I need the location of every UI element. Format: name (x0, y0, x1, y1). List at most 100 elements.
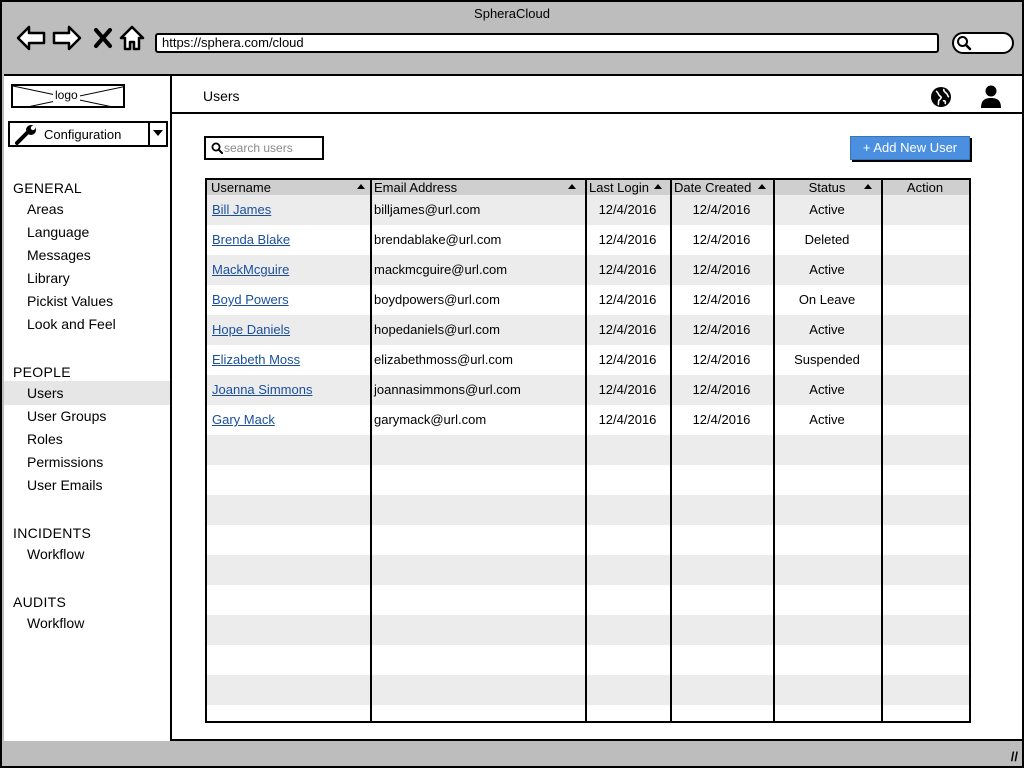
action-cell[interactable] (881, 345, 969, 375)
column-header-email[interactable]: Email Address (370, 180, 585, 195)
search-users-input[interactable] (224, 140, 319, 156)
main-header: Users (172, 76, 1022, 114)
empty-table-row (207, 705, 969, 721)
browser-window: SpheraCloud https://sphera.com/cloud log… (0, 0, 1024, 768)
email-cell: boydpowers@url.com (374, 292, 500, 307)
column-header-status-label: Status (808, 180, 846, 195)
back-arrow-icon (16, 25, 46, 51)
sort-asc-icon (568, 184, 576, 189)
status-cell: Active (809, 322, 845, 337)
chevron-down-icon (153, 130, 163, 136)
search-users-field[interactable] (204, 136, 324, 160)
home-button[interactable] (118, 24, 148, 52)
nav-section-people: PEOPLE (13, 364, 71, 380)
column-divider (670, 180, 672, 721)
status-cell: Active (809, 202, 845, 217)
column-header-status[interactable]: Status (773, 180, 881, 195)
forward-button[interactable] (52, 24, 82, 52)
table-row: Bill James billjames@url.com 12/4/2016 12/4… (207, 195, 969, 225)
action-cell[interactable] (881, 285, 969, 315)
table-header: Username Email Address Last Login Date C… (207, 180, 969, 195)
date-created-cell: 12/4/2016 (692, 262, 751, 277)
logo: logo (11, 84, 125, 108)
nav-section-general: GENERAL (13, 180, 83, 196)
status-cell: Deleted (804, 232, 850, 247)
configuration-select[interactable]: Configuration (8, 121, 168, 147)
action-cell[interactable] (881, 255, 969, 285)
column-header-last-login[interactable]: Last Login (585, 180, 670, 195)
username-link[interactable]: Bill James (207, 195, 370, 225)
username-link[interactable]: Joanna Simmons (207, 375, 370, 405)
status-cell: Suspended (794, 352, 860, 367)
username-link[interactable]: Brenda Blake (207, 225, 370, 255)
sidebar-item-library[interactable]: Library (4, 266, 170, 290)
configuration-select-value: Configuration (44, 127, 122, 142)
url-bar[interactable]: https://sphera.com/cloud (155, 33, 939, 53)
sidebar-item-look-and-feel[interactable]: Look and Feel (4, 312, 170, 336)
sidebar-item-roles[interactable]: Roles (4, 427, 170, 451)
column-divider (881, 180, 883, 721)
empty-table-row (207, 525, 969, 555)
empty-table-row (207, 465, 969, 495)
email-cell: mackmcguire@url.com (374, 262, 508, 277)
column-header-username-label: Username (211, 180, 271, 195)
date-created-cell: 12/4/2016 (692, 322, 751, 337)
sidebar-item-areas[interactable]: Areas (4, 197, 170, 221)
column-header-date-created[interactable]: Date Created (670, 180, 773, 195)
sidebar-item-language[interactable]: Language (4, 220, 170, 244)
configuration-select-toggle[interactable] (148, 123, 166, 145)
browser-status-bar: // (4, 743, 1022, 766)
username-link[interactable]: Boyd Powers (207, 285, 370, 315)
column-header-action: Action (881, 180, 969, 195)
sort-asc-icon (357, 184, 365, 189)
date-created-cell: 12/4/2016 (692, 352, 751, 367)
column-divider (585, 180, 587, 721)
nav-section-incidents: INCIDENTS (13, 525, 92, 541)
sidebar-item-picklist-values[interactable]: Pickist Values (4, 289, 170, 313)
action-cell[interactable] (881, 315, 969, 345)
last-login-cell: 12/4/2016 (598, 262, 657, 277)
users-table: Username Email Address Last Login Date C… (205, 178, 971, 723)
column-header-action-label: Action (906, 180, 944, 195)
action-cell[interactable] (881, 225, 969, 255)
empty-table-row (207, 555, 969, 585)
sidebar-item-permissions[interactable]: Permissions (4, 450, 170, 474)
user-profile-icon[interactable] (980, 85, 1002, 109)
username-link[interactable]: Gary Mack (207, 405, 370, 435)
add-new-user-button[interactable]: + Add New User (850, 136, 970, 160)
home-icon (119, 25, 145, 51)
column-header-username[interactable]: Username (207, 180, 370, 195)
sidebar-item-users[interactable]: Users (4, 381, 170, 405)
empty-table-row (207, 435, 969, 465)
action-cell[interactable] (881, 375, 969, 405)
email-cell: elizabethmoss@url.com (374, 352, 513, 367)
globe-icon[interactable] (930, 86, 952, 108)
column-header-last-login-label: Last Login (589, 180, 649, 195)
browser-search-button[interactable] (952, 32, 1014, 54)
sidebar-item-audits-workflow[interactable]: Workflow (4, 611, 170, 635)
last-login-cell: 12/4/2016 (598, 412, 657, 427)
app-content: logo Configuration GENERAL Areas Languag (4, 74, 1022, 741)
stop-button[interactable] (90, 24, 120, 52)
email-cell: garymack@url.com (374, 412, 487, 427)
username-link[interactable]: MackMcguire (207, 255, 370, 285)
column-header-email-label: Email Address (374, 180, 458, 195)
status-cell: Active (809, 412, 845, 427)
action-cell[interactable] (881, 405, 969, 435)
username-link[interactable]: Elizabeth Moss (207, 345, 370, 375)
nav-section-audits: AUDITS (13, 594, 67, 610)
sidebar-item-messages[interactable]: Messages (4, 243, 170, 267)
status-cell: Active (809, 262, 845, 277)
last-login-cell: 12/4/2016 (598, 322, 657, 337)
sidebar: logo Configuration GENERAL Areas Languag (4, 76, 172, 741)
close-x-icon (94, 28, 112, 48)
sidebar-item-incidents-workflow[interactable]: Workflow (4, 542, 170, 566)
resize-grip-icon[interactable]: // (1011, 749, 1018, 764)
table-row: Elizabeth Moss elizabethmoss@url.com 12/4/… (207, 345, 969, 375)
date-created-cell: 12/4/2016 (692, 232, 751, 247)
sidebar-item-user-emails[interactable]: User Emails (4, 473, 170, 497)
back-button[interactable] (16, 24, 46, 52)
sidebar-item-user-groups[interactable]: User Groups (4, 404, 170, 428)
username-link[interactable]: Hope Daniels (207, 315, 370, 345)
action-cell[interactable] (881, 195, 969, 225)
